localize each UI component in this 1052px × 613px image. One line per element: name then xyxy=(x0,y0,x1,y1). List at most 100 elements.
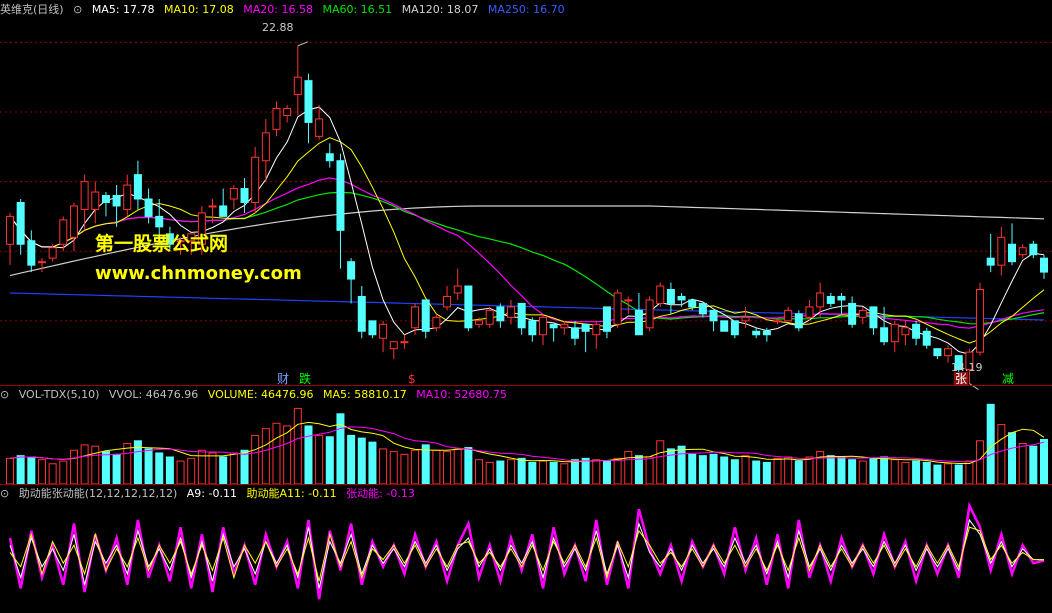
candle-body xyxy=(421,299,430,332)
candle-body xyxy=(389,341,398,350)
candle-body xyxy=(283,108,292,116)
candle-body xyxy=(37,261,46,264)
high-price-label: 22.88 xyxy=(262,21,294,34)
volume-bar xyxy=(453,448,462,485)
candle-body xyxy=(698,302,707,315)
volume-bar xyxy=(400,453,409,485)
volume-bar xyxy=(570,459,579,485)
candle-body xyxy=(123,184,132,210)
candle-body xyxy=(475,320,484,325)
vol-ma5-value: MA5: 58810.17 xyxy=(323,388,407,401)
volume-bar xyxy=(368,441,377,485)
volume-bar xyxy=(325,436,334,485)
volume-bar xyxy=(965,460,974,485)
volume-bar xyxy=(187,457,196,485)
candle-body xyxy=(101,195,110,203)
watermark-url: www.chnmoney.com xyxy=(95,263,302,284)
candle-body xyxy=(133,174,142,200)
volume-bars xyxy=(6,403,1048,485)
volume-moving-averages xyxy=(9,421,1045,464)
ma250-value: MA250: 16.70 xyxy=(487,3,565,16)
candle-body xyxy=(379,323,388,339)
volume-bar xyxy=(613,457,622,485)
candle-body xyxy=(826,295,835,304)
marker-jian: 减 xyxy=(1002,372,1015,386)
volume-bar xyxy=(741,455,750,485)
volume-bar xyxy=(208,452,217,485)
volume-bar xyxy=(709,453,718,485)
candle-body xyxy=(890,323,899,343)
volume-bar xyxy=(634,455,643,485)
candle-body xyxy=(869,306,878,329)
collapse-icon[interactable]: ⊙ xyxy=(73,3,82,16)
volume-bar xyxy=(6,457,14,485)
candle-body xyxy=(1018,247,1027,256)
candle-body xyxy=(336,160,345,231)
candle-body xyxy=(549,323,558,329)
candle-body xyxy=(730,320,739,336)
marker-cai: 财 xyxy=(277,372,290,386)
volume-bar xyxy=(976,440,985,485)
candle-body xyxy=(368,320,377,336)
candle-body xyxy=(400,341,409,344)
candle-body xyxy=(272,108,281,130)
volume-bar xyxy=(1018,443,1027,485)
candle-body xyxy=(1029,243,1038,256)
candle-body xyxy=(496,306,505,322)
volume-bar xyxy=(219,456,228,485)
volume-bar xyxy=(123,443,132,485)
candle-body xyxy=(805,306,814,318)
candle-body xyxy=(251,156,260,203)
candle-body xyxy=(464,285,473,329)
volume-bar xyxy=(581,457,590,485)
indicator-panel-header: ⊙ 助动能张动能(12,12,12,12,12) A9: -0.11 助动能A1… xyxy=(0,486,421,502)
candle-body xyxy=(16,201,25,245)
candle-body xyxy=(528,320,537,336)
volume-bar xyxy=(176,460,185,485)
volume-bar xyxy=(16,455,25,485)
candle-body xyxy=(357,295,366,332)
vol-ma10-value: MA10: 52680.75 xyxy=(416,388,507,401)
collapse-icon[interactable]: ⊙ xyxy=(0,487,9,500)
volume-bar xyxy=(901,461,910,485)
candle-body xyxy=(91,191,100,210)
candle-body xyxy=(517,302,526,329)
volume-bar xyxy=(389,451,398,485)
candle-body xyxy=(976,289,985,353)
ma250-line xyxy=(9,292,1045,321)
indicator-name: 助动能张动能(12,12,12,12,12) xyxy=(18,487,178,500)
candle-body xyxy=(208,205,217,208)
volume-bar xyxy=(602,460,611,485)
collapse-icon[interactable]: ⊙ xyxy=(0,388,9,401)
volume-bar xyxy=(272,422,281,485)
volume-bar xyxy=(197,449,206,485)
volume-bar xyxy=(730,459,739,485)
candle-body xyxy=(325,153,334,162)
volume-bar xyxy=(69,449,78,485)
volume-bar xyxy=(80,444,89,485)
candlesticks xyxy=(6,41,1048,390)
candle-body xyxy=(944,348,953,357)
kline-chart[interactable] xyxy=(0,0,1052,613)
ma20-value: MA20: 16.58 xyxy=(243,3,313,16)
volume-bar xyxy=(826,455,835,485)
volume-bar xyxy=(283,425,292,485)
candle-body xyxy=(80,181,89,210)
volume-bar xyxy=(251,434,260,485)
candle-body xyxy=(507,306,516,318)
volume-bar xyxy=(624,451,633,485)
volume-bar xyxy=(784,456,793,485)
volume-bar xyxy=(475,459,484,485)
candle-body xyxy=(560,323,569,329)
stock-title: 英维克(日线) xyxy=(0,3,64,16)
candle-body xyxy=(634,309,643,336)
candle-body xyxy=(1008,243,1017,263)
volume-bar xyxy=(720,456,729,485)
volume-bar xyxy=(507,459,516,485)
volume-bar xyxy=(528,461,537,485)
volume-bar xyxy=(229,452,238,485)
watermark-title: 第一股票公式网 xyxy=(95,233,229,255)
volume-bar xyxy=(954,464,963,485)
candle-body xyxy=(261,132,270,162)
vol-ma10-line xyxy=(9,426,1045,463)
